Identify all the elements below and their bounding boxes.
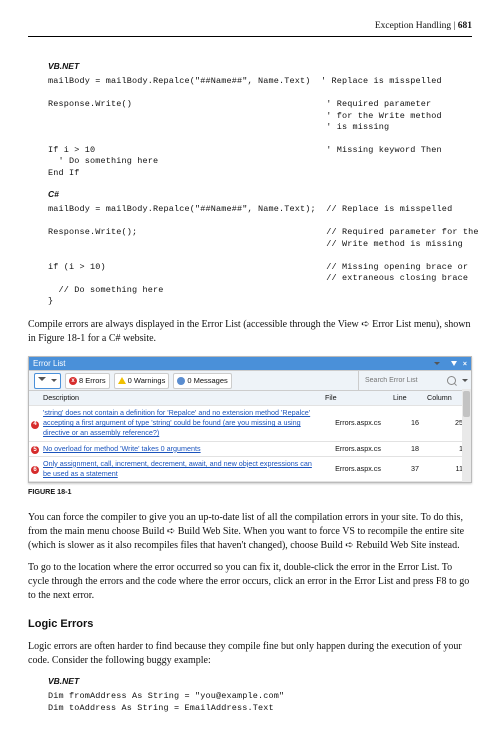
body-para-3: To go to the location where the error oc… xyxy=(28,561,472,603)
filter-messages[interactable]: 0 Messages xyxy=(173,373,231,389)
code-vbnet: mailBody = mailBody.Repalce("##Name##", … xyxy=(48,76,472,179)
cell-file: Errors.aspx.cs xyxy=(325,464,393,474)
table-row[interactable]: 5 No overload for method 'Write' takes 0… xyxy=(29,442,471,457)
scrollbar[interactable] xyxy=(462,389,471,482)
dropdown-icon[interactable] xyxy=(431,360,440,370)
filter-errors[interactable]: x8 Errors xyxy=(65,373,110,389)
search-icon xyxy=(447,376,456,385)
lang-vbnet-label-2: VB.NET xyxy=(48,676,472,688)
col-file[interactable]: File xyxy=(325,393,393,403)
error-icon: 4 xyxy=(31,421,39,429)
filter-warnings[interactable]: 0 Warnings xyxy=(114,373,170,389)
col-line[interactable]: Line xyxy=(393,393,427,403)
error-list-panel: Error List × x8 Errors 0 Warnings 0 Mess… xyxy=(28,356,472,483)
col-description[interactable]: Description xyxy=(43,393,325,403)
body-para-1: Compile errors are always displayed in t… xyxy=(28,318,472,346)
grid-header: Description File Line Column xyxy=(29,391,471,406)
code-example-2: Dim fromAddress As String = "you@example… xyxy=(48,691,472,714)
error-icon: 6 xyxy=(31,466,39,474)
page-header: Exception Handling | 681 xyxy=(28,20,472,37)
header-sep: | xyxy=(451,21,458,31)
error-list-toolbar: x8 Errors 0 Warnings 0 Messages xyxy=(29,370,471,391)
cell-desc: 'string' does not contain a definition f… xyxy=(43,408,325,438)
search-input[interactable] xyxy=(363,376,445,385)
funnel-icon xyxy=(38,377,46,385)
window-controls: × xyxy=(427,358,467,370)
close-icon[interactable]: × xyxy=(463,360,467,370)
table-row[interactable]: 6 Only assignment, call, increment, decr… xyxy=(29,457,471,482)
cell-desc: Only assignment, call, increment, decrem… xyxy=(43,459,325,479)
error-icon: 5 xyxy=(31,446,39,454)
lang-vbnet-label: VB.NET xyxy=(48,61,472,73)
error-icon: x xyxy=(69,377,77,385)
search-box[interactable] xyxy=(358,371,468,390)
error-list-title: Error List xyxy=(33,358,65,369)
warning-icon xyxy=(118,377,126,384)
body-para-2: You can force the compiler to give you a… xyxy=(28,511,472,553)
lang-csharp-label: C# xyxy=(48,189,472,201)
cell-desc: No overload for method 'Write' takes 0 a… xyxy=(43,444,325,454)
info-icon xyxy=(177,377,185,385)
section-logic-errors: Logic Errors xyxy=(28,617,472,632)
page-number: 681 xyxy=(458,21,472,31)
table-row[interactable]: 4 'string' does not contain a definition… xyxy=(29,406,471,441)
body-para-4: Logic errors are often harder to find be… xyxy=(28,640,472,668)
cell-line: 37 xyxy=(393,464,427,474)
header-section: Exception Handling xyxy=(375,21,451,31)
cell-file: Errors.aspx.cs xyxy=(325,444,393,454)
error-list-titlebar: Error List × xyxy=(29,357,471,371)
cell-line: 16 xyxy=(393,418,427,428)
code-csharp: mailBody = mailBody.Repalce("##Name##", … xyxy=(48,204,472,307)
figure-caption: FIGURE 18-1 xyxy=(28,487,472,497)
filter-dropdown[interactable] xyxy=(34,373,61,389)
pin-icon[interactable] xyxy=(447,360,457,370)
cell-line: 18 xyxy=(393,444,427,454)
cell-file: Errors.aspx.cs xyxy=(325,418,393,428)
